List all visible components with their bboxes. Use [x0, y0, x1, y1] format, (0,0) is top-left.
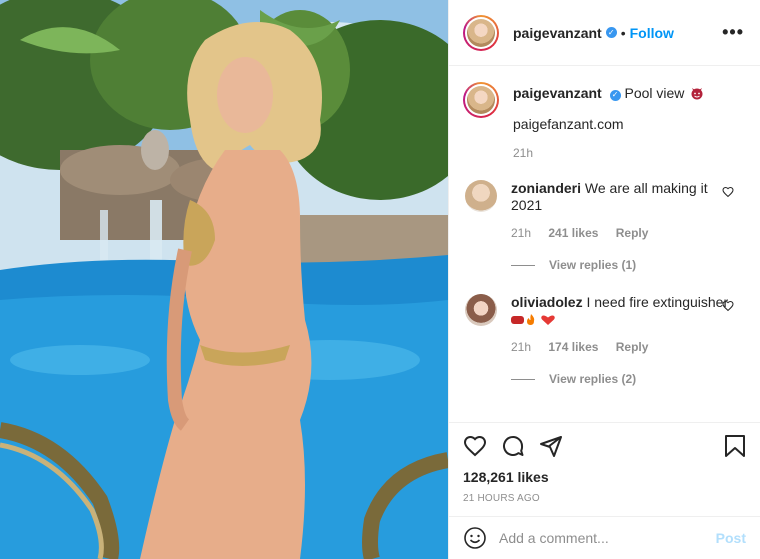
comment-text: oliviadolez I need fire extinguisher	[511, 294, 731, 328]
post-photo[interactable]	[0, 0, 448, 559]
caption-timestamp[interactable]: 21h	[513, 146, 704, 160]
follow-button[interactable]: Follow	[630, 25, 674, 41]
caption-message: Pool view	[624, 85, 685, 101]
author-avatar[interactable]	[463, 14, 499, 51]
commenter-username[interactable]: zonianderi	[511, 180, 581, 196]
devil-emoji-icon	[691, 88, 703, 100]
replies-divider	[511, 378, 535, 380]
view-replies-label: View replies (1)	[549, 258, 637, 272]
post-detail-panel: paigevanzant ✓ • Follow ••• paigevanzant…	[448, 0, 760, 559]
view-replies-button[interactable]: View replies (2)	[511, 372, 746, 386]
likes-count[interactable]: 128,261 likes	[463, 469, 746, 485]
action-icons-row	[463, 433, 746, 459]
caption-text: paigevanzant ✓ Pool view	[513, 84, 704, 102]
comment-timestamp[interactable]: 21h	[511, 226, 531, 240]
comment-text: zonianderi We are all making it 2021	[511, 180, 731, 214]
reply-button[interactable]: Reply	[616, 226, 649, 240]
comment-item: zonianderi We are all making it 2021 21h…	[463, 180, 746, 240]
caption-author-avatar[interactable]	[463, 82, 499, 118]
comment-meta: 21h 241 likes Reply	[511, 226, 731, 240]
post-caption: paigevanzant ✓ Pool view paigefanzant.co…	[463, 82, 746, 160]
comment-likes-count[interactable]: 241 likes	[548, 226, 598, 240]
like-comment-heart-icon[interactable]	[722, 186, 734, 198]
like-comment-heart-icon[interactable]	[722, 300, 734, 312]
post-time-ago[interactable]: 21 HOURS AGO	[463, 493, 746, 504]
comment-likes-count[interactable]: 174 likes	[548, 340, 598, 354]
reply-button[interactable]: Reply	[616, 340, 649, 354]
comments-scroll-area[interactable]: paigevanzant ✓ Pool view paigefanzant.co…	[449, 66, 760, 422]
separator-dot: •	[620, 24, 626, 41]
post-comment-button[interactable]: Post	[716, 530, 746, 546]
add-comment-bar: Post	[449, 516, 760, 559]
view-replies-label: View replies (2)	[549, 372, 637, 386]
comment-message: I need fire extinguisher	[586, 294, 729, 310]
comment-item: oliviadolez I need fire extinguisher 21h…	[463, 294, 746, 354]
post-header: paigevanzant ✓ • Follow •••	[449, 0, 760, 66]
comment-bubble-icon[interactable]	[501, 434, 525, 458]
view-replies-button[interactable]: View replies (1)	[511, 258, 746, 272]
commenter-username[interactable]: oliviadolez	[511, 294, 583, 310]
commenter-avatar[interactable]	[465, 294, 497, 326]
caption-link[interactable]: paigefanzant.com	[513, 116, 704, 132]
emoji-smiley-icon[interactable]	[463, 526, 487, 550]
save-bookmark-icon[interactable]	[724, 434, 746, 458]
share-paper-plane-icon[interactable]	[539, 434, 563, 458]
replies-divider	[511, 264, 535, 266]
comment-input[interactable]	[499, 530, 716, 546]
verified-badge-icon: ✓	[605, 27, 617, 38]
fire-heart-emoji-icons	[511, 314, 555, 325]
pool-scene-illustration	[0, 0, 448, 559]
author-username[interactable]: paigevanzant	[513, 25, 602, 41]
more-options-icon[interactable]: •••	[722, 22, 746, 43]
comment-meta: 21h 174 likes Reply	[511, 340, 731, 354]
commenter-avatar[interactable]	[465, 180, 497, 212]
caption-username[interactable]: paigevanzant	[513, 85, 602, 101]
like-heart-icon[interactable]	[463, 434, 487, 458]
post-actions: 128,261 likes 21 HOURS AGO	[449, 422, 760, 504]
comment-timestamp[interactable]: 21h	[511, 340, 531, 354]
verified-badge-icon: ✓	[609, 89, 621, 101]
